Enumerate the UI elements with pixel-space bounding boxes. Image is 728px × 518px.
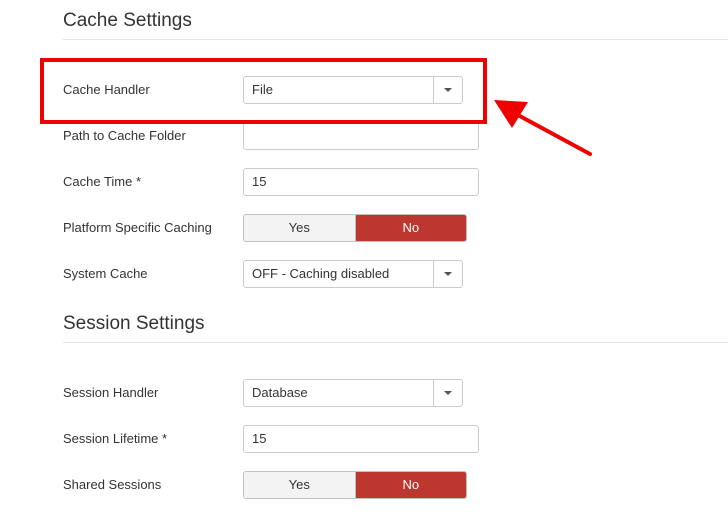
platform-caching-yes-button[interactable]: Yes bbox=[244, 215, 356, 241]
chevron-down-icon bbox=[444, 272, 452, 276]
cache-time-input[interactable]: 15 bbox=[243, 168, 479, 196]
cache-settings-divider bbox=[63, 39, 728, 40]
cache-handler-label: Cache Handler bbox=[63, 82, 150, 97]
session-lifetime-row: Session Lifetime * 15 bbox=[63, 425, 483, 453]
shared-sessions-no-button[interactable]: No bbox=[355, 472, 466, 498]
session-lifetime-label: Session Lifetime * bbox=[63, 431, 168, 446]
cache-settings-title: Cache Settings bbox=[63, 10, 192, 31]
system-cache-label: System Cache bbox=[63, 266, 148, 281]
session-lifetime-input[interactable]: 15 bbox=[243, 425, 479, 453]
session-handler-label: Session Handler bbox=[63, 385, 159, 400]
session-handler-value: Database bbox=[252, 385, 308, 400]
cache-handler-select[interactable]: File bbox=[243, 76, 463, 104]
cache-time-row: Cache Time * 15 bbox=[63, 168, 483, 196]
system-cache-value: OFF - Caching disabled bbox=[252, 266, 390, 281]
session-settings-title: Session Settings bbox=[63, 313, 205, 334]
session-handler-row: Session Handler Database bbox=[63, 379, 483, 407]
arrow-icon bbox=[494, 100, 592, 156]
shared-sessions-toggle: Yes No bbox=[243, 471, 467, 499]
cache-path-row: Path to Cache Folder bbox=[63, 122, 483, 150]
platform-caching-label: Platform Specific Caching bbox=[63, 220, 212, 235]
chevron-down-icon bbox=[444, 391, 452, 395]
cache-handler-dropdown-toggle[interactable] bbox=[433, 77, 462, 103]
chevron-down-icon bbox=[444, 88, 452, 92]
cache-handler-row: Cache Handler File bbox=[63, 76, 483, 104]
cache-path-input[interactable] bbox=[243, 122, 479, 150]
session-settings-divider bbox=[63, 342, 728, 343]
shared-sessions-row: Shared Sessions Yes No bbox=[63, 471, 483, 499]
cache-time-value: 15 bbox=[252, 174, 267, 189]
platform-caching-row: Platform Specific Caching Yes No bbox=[63, 214, 483, 242]
system-cache-row: System Cache OFF - Caching disabled bbox=[63, 260, 483, 288]
shared-sessions-yes-button[interactable]: Yes bbox=[244, 472, 356, 498]
cache-time-label: Cache Time * bbox=[63, 174, 142, 189]
session-handler-select[interactable]: Database bbox=[243, 379, 463, 407]
platform-caching-toggle: Yes No bbox=[243, 214, 467, 242]
session-handler-dropdown-toggle[interactable] bbox=[433, 380, 462, 406]
cache-path-label: Path to Cache Folder bbox=[63, 128, 186, 143]
cache-handler-value: File bbox=[252, 82, 273, 97]
platform-caching-no-button[interactable]: No bbox=[355, 215, 466, 241]
session-lifetime-value: 15 bbox=[252, 431, 267, 446]
system-cache-select[interactable]: OFF - Caching disabled bbox=[243, 260, 463, 288]
shared-sessions-label: Shared Sessions bbox=[63, 477, 162, 492]
system-cache-dropdown-toggle[interactable] bbox=[433, 261, 462, 287]
